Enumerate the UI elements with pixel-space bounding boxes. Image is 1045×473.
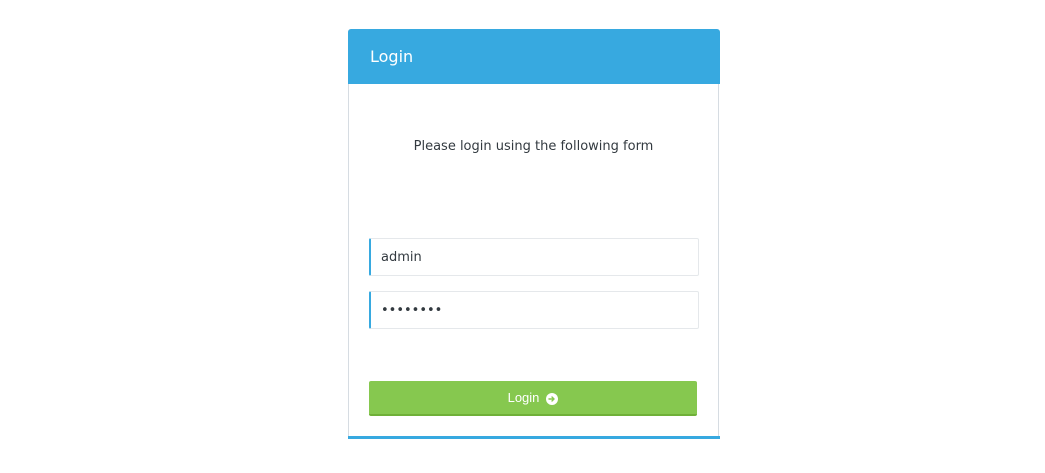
password-input[interactable] [369,291,699,329]
login-panel: Login Please login using the following f… [348,29,720,439]
login-button-label: Login [507,390,540,405]
intro-text: Please login using the following form [413,139,654,154]
panel-footer-bar [348,436,720,439]
panel-title: Login [370,47,414,66]
username-input[interactable] [369,238,699,276]
login-button[interactable]: Login [369,381,697,416]
panel-header: Login [348,29,720,84]
arrow-circle-right-icon [546,392,559,405]
